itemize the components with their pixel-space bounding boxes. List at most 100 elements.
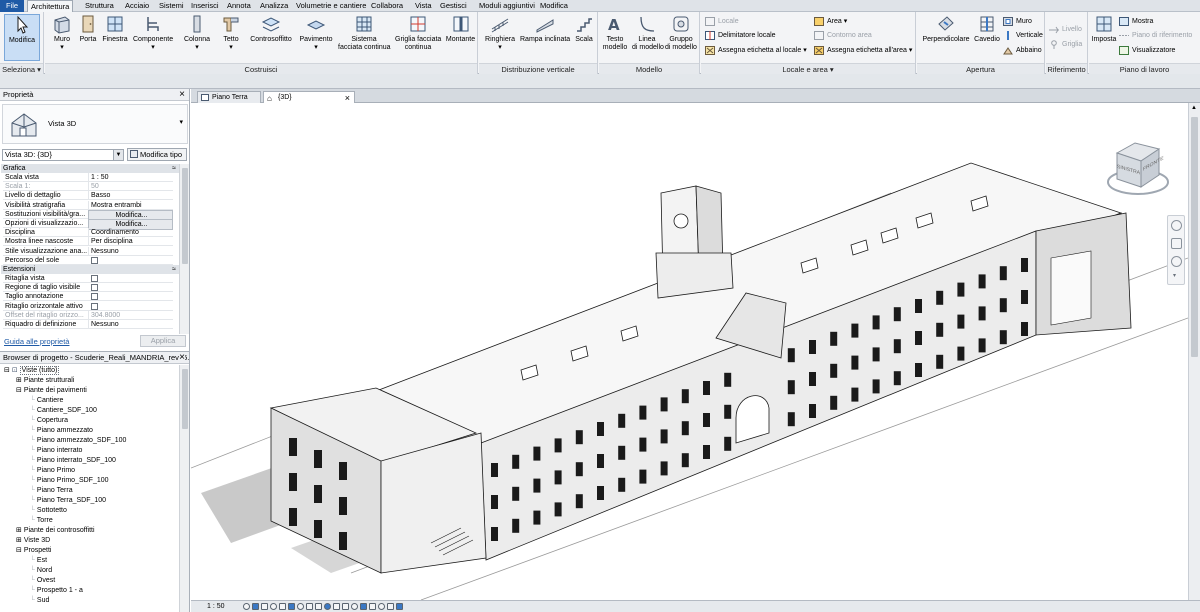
view-control-icon[interactable] (288, 603, 295, 610)
tree-item[interactable]: └ Cantiere_SDF_100 (30, 406, 97, 416)
property-value[interactable]: Mostra entrambi (88, 200, 173, 210)
expand-icon[interactable]: ⊟ (16, 387, 22, 394)
tree-item[interactable]: └ Nord (30, 566, 52, 576)
tree-item[interactable]: └ Piano interrato (30, 446, 82, 456)
section-estensioni[interactable]: Estensioni ≈ (1, 265, 179, 274)
modifica-tipo-button[interactable]: Modifica tipo (127, 148, 187, 161)
tab-collabora[interactable]: Collabora (368, 0, 406, 12)
property-checkbox[interactable] (91, 275, 98, 282)
area-button[interactable]: Area ▾ (814, 16, 847, 27)
tab-3d[interactable]: ⌂ {3D} × (263, 91, 355, 103)
tab-analizza[interactable]: Analizza (257, 0, 291, 12)
3d-viewport[interactable]: SINISTRA FRONTE ▾ (191, 103, 1188, 600)
view-control-icon[interactable] (261, 603, 268, 610)
pavimento-button[interactable]: Pavimento ▾ (298, 14, 334, 52)
view-control-icon[interactable] (351, 603, 358, 610)
montante-button[interactable]: Montante (445, 14, 476, 44)
sistema-facciata-button[interactable]: Sistema facciata continua (338, 14, 391, 52)
assegna-etichetta-locale-button[interactable]: Assegna etichetta al locale ▾ (705, 45, 807, 56)
scrollbar-thumb[interactable] (1191, 117, 1198, 357)
view-control-icon[interactable] (279, 603, 286, 610)
guida-proprieta-link[interactable]: Guida alle proprietà (4, 337, 69, 346)
tree-item[interactable]: ⊞ Piante strutturali (16, 376, 74, 386)
zoom-icon[interactable] (1171, 256, 1182, 267)
tab-moduli-aggiuntivi[interactable]: Moduli aggiuntivi (476, 0, 538, 12)
tree-item[interactable]: └ Cantiere (30, 396, 63, 406)
property-checkbox[interactable] (91, 256, 98, 264)
expand-icon[interactable]: ⊞ (16, 537, 22, 544)
property-value[interactable]: Coordinamento (88, 228, 173, 238)
group-title-locale-area[interactable]: Locale e area ▾ (701, 63, 915, 74)
ringhiera-button[interactable]: Ringhiera ▾ (482, 14, 518, 52)
collapse-icon[interactable]: ⊟ (4, 367, 10, 374)
tab-acciaio[interactable]: Acciaio (122, 0, 152, 12)
gruppo-modello-button[interactable]: Gruppo di modello (665, 14, 697, 52)
close-icon[interactable]: × (179, 89, 185, 101)
tree-item[interactable]: └ Copertura (30, 416, 68, 426)
mostra-button[interactable]: Mostra (1119, 16, 1153, 27)
muro-button[interactable]: Muro ▾ (48, 14, 76, 52)
livello-button[interactable]: Livello (1049, 24, 1082, 35)
tree-item[interactable]: └ Sottotetto (30, 506, 67, 516)
scrollbar-thumb[interactable] (182, 369, 188, 429)
porta-button[interactable]: Porta (75, 14, 101, 44)
apertura-muro-button[interactable]: Muro (1003, 16, 1032, 27)
view-control-icon[interactable] (243, 603, 250, 610)
visualizzatore-button[interactable]: Visualizzatore (1119, 45, 1175, 56)
section-grafica[interactable]: Grafica ≈ (1, 164, 179, 173)
tree-item[interactable]: └ Piano ammezzato (30, 426, 93, 436)
view-control-icon[interactable] (342, 603, 349, 610)
controsoffitto-button[interactable]: Controsoffitto (248, 14, 294, 44)
view-scale[interactable]: 1 : 50 (207, 601, 225, 612)
tab-vista[interactable]: Vista (412, 0, 435, 12)
view-control-icon[interactable] (297, 603, 304, 610)
rampa-inclinata-button[interactable]: Rampa inclinata (520, 14, 570, 44)
tree-item[interactable]: └ Est (30, 556, 47, 566)
piano-riferimento-button[interactable]: Piano di riferimento (1119, 30, 1192, 41)
tree-item[interactable]: └ Sud (30, 596, 49, 606)
tree-item[interactable]: ⊞ Piante dei controsoffitti (16, 526, 95, 536)
griglia-button[interactable]: Griglia (1049, 39, 1082, 50)
testo-modello-button[interactable]: A Testo modello (601, 14, 629, 52)
steering-wheel-icon[interactable] (1171, 220, 1182, 231)
view-control-icon[interactable] (396, 603, 403, 610)
property-value[interactable]: Basso (88, 191, 173, 201)
chevron-down-icon[interactable]: ▾ (1173, 272, 1176, 279)
property-value[interactable]: Nessuno (88, 246, 173, 256)
property-value[interactable]: Nessuno (88, 320, 173, 329)
imposta-button[interactable]: Imposta (1090, 14, 1118, 44)
tree-item[interactable]: └ Piano Primo (30, 466, 75, 476)
tab-annota[interactable]: Annota (224, 0, 254, 12)
tab-inserisci[interactable]: Inserisci (188, 0, 222, 12)
property-value[interactable]: 50 (88, 182, 173, 192)
viewcube[interactable]: SINISTRA FRONTE (1103, 135, 1173, 205)
expand-icon[interactable]: ⊟ (16, 547, 22, 554)
tab-struttura[interactable]: Struttura (82, 0, 117, 12)
perpendicolare-button[interactable]: Perpendicolare (920, 14, 972, 44)
browser-scrollbar[interactable] (179, 365, 189, 612)
view-control-icon[interactable] (378, 603, 385, 610)
scala-button[interactable]: Scala (573, 14, 595, 44)
property-value[interactable]: 304.8000 (88, 310, 173, 320)
view-control-icon[interactable] (270, 603, 277, 610)
view-control-icon[interactable] (252, 603, 259, 610)
tree-item[interactable]: └ Piano Terra_SDF_100 (30, 496, 106, 506)
type-selector[interactable]: Vista 3D ▾ (2, 104, 188, 144)
view-control-icon[interactable] (306, 603, 313, 610)
tree-item[interactable]: └ Torre (30, 516, 53, 526)
tetto-button[interactable]: Tetto ▾ (218, 14, 244, 52)
tree-item[interactable]: └ Piano interrato_SDF_100 (30, 456, 116, 466)
locale-button[interactable]: Locale (705, 16, 739, 27)
tree-item[interactable]: ⊟ ⊡ Viste (tutto) (4, 366, 60, 376)
file-menu-button[interactable]: File (0, 0, 24, 12)
delimitatore-locale-button[interactable]: Delimitatore locale (705, 30, 776, 41)
view-control-icon[interactable] (315, 603, 322, 610)
property-checkbox[interactable] (91, 293, 98, 301)
tree-item[interactable]: └ Piano Terra (30, 486, 73, 496)
tree-item[interactable]: └ Piano Primo_SDF_100 (30, 476, 109, 486)
view-control-icon[interactable] (360, 603, 367, 610)
tree-item[interactable]: └ Piano ammezzato_SDF_100 (30, 436, 126, 446)
scrollbar-thumb[interactable] (182, 168, 188, 264)
abbaino-button[interactable]: Abbaino (1003, 45, 1042, 56)
view-control-icon[interactable] (369, 603, 376, 610)
